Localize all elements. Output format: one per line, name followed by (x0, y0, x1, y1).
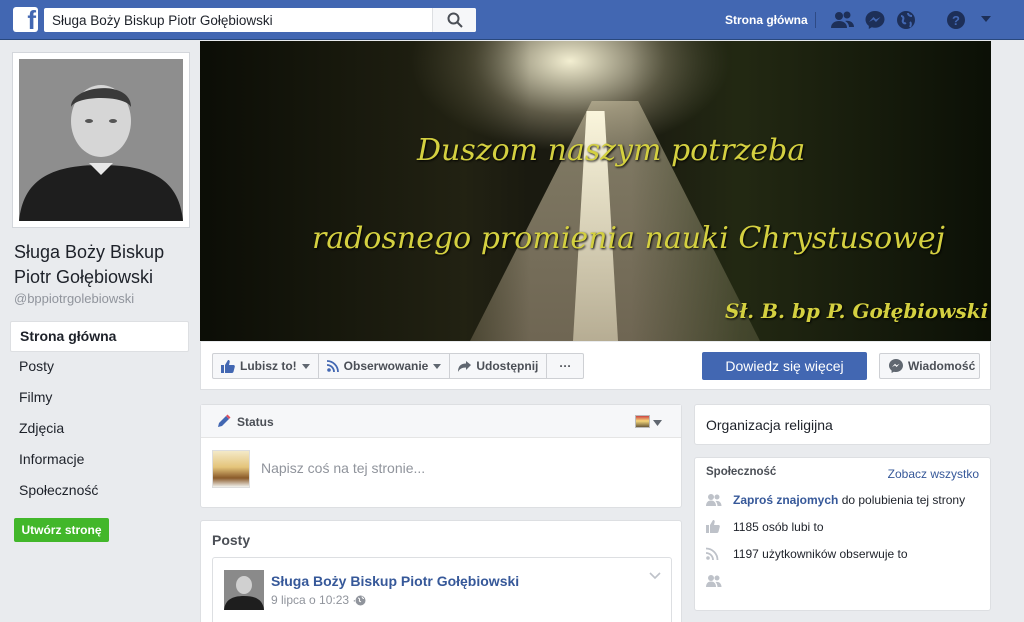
nav-item-posts[interactable]: Posty (10, 352, 189, 383)
like-button[interactable]: Lubisz to! (212, 353, 319, 379)
cover-photo[interactable]: Duszom naszym potrzeba radosnego promien… (200, 41, 991, 341)
top-navigation-bar: f Strona główna ? (0, 0, 1024, 40)
nav-item-videos[interactable]: Filmy (10, 383, 189, 414)
rss-icon (706, 547, 719, 560)
invite-friends-text: do polubienia tej strony (838, 493, 966, 507)
messenger-icon (889, 359, 903, 373)
chevron-down-icon[interactable] (653, 420, 662, 426)
page-navigation: Strona główna Posty Filmy Zdjęcia Inform… (10, 321, 189, 507)
post-card: Sługa Boży Biskup Piotr Gołębiowski 9 li… (212, 557, 672, 622)
pencil-icon (218, 414, 231, 427)
page-handle[interactable]: @bppiotrgolebiowski (14, 291, 134, 306)
follows-row: 1197 użytkowników obserwuje to (706, 546, 986, 564)
thumbs-up-icon (706, 520, 720, 533)
cover-quote-line-1: Duszom naszym potrzeba (417, 133, 806, 168)
page-avatar-selector[interactable] (635, 415, 650, 428)
action-button-group: Lubisz to! Obserwowanie Udostępnij ··· (212, 353, 585, 379)
svg-text:?: ? (952, 13, 960, 28)
post-timestamp[interactable]: 9 lipca o 10:23 · (271, 593, 356, 607)
nav-item-community[interactable]: Społeczność (10, 476, 189, 507)
globe-privacy-icon (355, 595, 366, 606)
create-page-button[interactable]: Utwórz stronę (14, 518, 109, 542)
invite-friends-row: Zaproś znajomych do polubienia tej stron… (706, 492, 986, 510)
community-card: Społeczność Zobacz wszystko Zaproś znajo… (694, 457, 991, 611)
share-arrow-icon (458, 360, 472, 372)
invite-friends-icon (706, 494, 722, 506)
cover-signature: Sł. B. bp P. Gołębiowski (725, 299, 989, 323)
likes-count: 1185 osób lubi to (733, 520, 824, 534)
search-icon (447, 12, 463, 28)
search-box (44, 8, 476, 32)
learn-more-button[interactable]: Dowiedz się więcej (702, 352, 867, 380)
facebook-logo-icon[interactable]: f (13, 7, 38, 32)
cover-trees-right (631, 41, 991, 341)
page-category-card: Organizacja religijna (694, 404, 991, 445)
page-title[interactable]: Sługa Boży Biskup Piotr Gołębiowski (14, 240, 194, 290)
follows-count: 1197 użytkowników obserwuje to (733, 547, 908, 561)
notifications-globe-icon[interactable] (896, 10, 918, 30)
friends-icon (706, 575, 722, 587)
share-button[interactable]: Udostępnij (450, 353, 548, 379)
divider (815, 12, 816, 28)
nav-item-about[interactable]: Informacje (10, 445, 189, 476)
home-link[interactable]: Strona główna (725, 13, 808, 27)
thumbs-up-icon (221, 359, 235, 373)
likes-row: 1185 osób lubi to (706, 519, 986, 537)
posts-section: Posty Sługa Boży Biskup Piotr Gołębiowsk… (200, 520, 682, 622)
composer-input[interactable] (261, 457, 661, 479)
friend-requests-icon[interactable] (831, 10, 854, 30)
post-author-link[interactable]: Sługa Boży Biskup Piotr Gołębiowski (271, 573, 519, 589)
message-button[interactable]: Wiadomość (879, 353, 980, 379)
composer-avatar (212, 450, 250, 488)
avatar[interactable] (224, 570, 264, 610)
like-button-label: Lubisz to! (240, 359, 297, 373)
follow-button[interactable]: Obserwowanie (318, 353, 451, 379)
search-input[interactable] (44, 8, 430, 32)
page-category[interactable]: Organizacja religijna (706, 417, 833, 433)
more-dots-icon: ··· (559, 359, 572, 373)
posts-section-title: Posty (212, 532, 251, 548)
nav-item-home[interactable]: Strona główna (10, 321, 189, 352)
see-all-link[interactable]: Zobacz wszystko (888, 467, 979, 481)
chevron-down-icon[interactable] (649, 572, 661, 580)
message-button-label: Wiadomość (908, 359, 976, 373)
share-button-label: Udostępnij (476, 359, 539, 373)
cover-trees-left (200, 41, 530, 341)
status-tab[interactable]: Status (237, 415, 274, 429)
cover-quote-line-2: radosnego promienia nauki Chrystusowej (312, 221, 945, 256)
community-title: Społeczność (706, 466, 777, 478)
nav-item-photos[interactable]: Zdjęcia (10, 414, 189, 445)
chevron-down-icon (301, 363, 310, 369)
rss-icon (326, 360, 339, 372)
profile-picture[interactable] (12, 52, 190, 228)
page-action-bar: Lubisz to! Obserwowanie Udostępnij ··· D… (200, 342, 991, 390)
help-icon[interactable]: ? (946, 10, 968, 30)
account-menu-caret-icon[interactable] (980, 15, 1002, 35)
more-options-button[interactable]: ··· (547, 353, 585, 379)
post-composer: Status (200, 404, 682, 508)
messenger-icon[interactable] (864, 10, 886, 30)
profile-photo (19, 59, 183, 221)
friends-row (706, 573, 726, 591)
search-button[interactable] (432, 8, 476, 32)
chevron-down-icon (433, 363, 442, 369)
composer-header: Status (201, 405, 681, 438)
follow-button-label: Obserwowanie (343, 359, 429, 373)
invite-friends-link[interactable]: Zaproś znajomych (733, 493, 838, 507)
